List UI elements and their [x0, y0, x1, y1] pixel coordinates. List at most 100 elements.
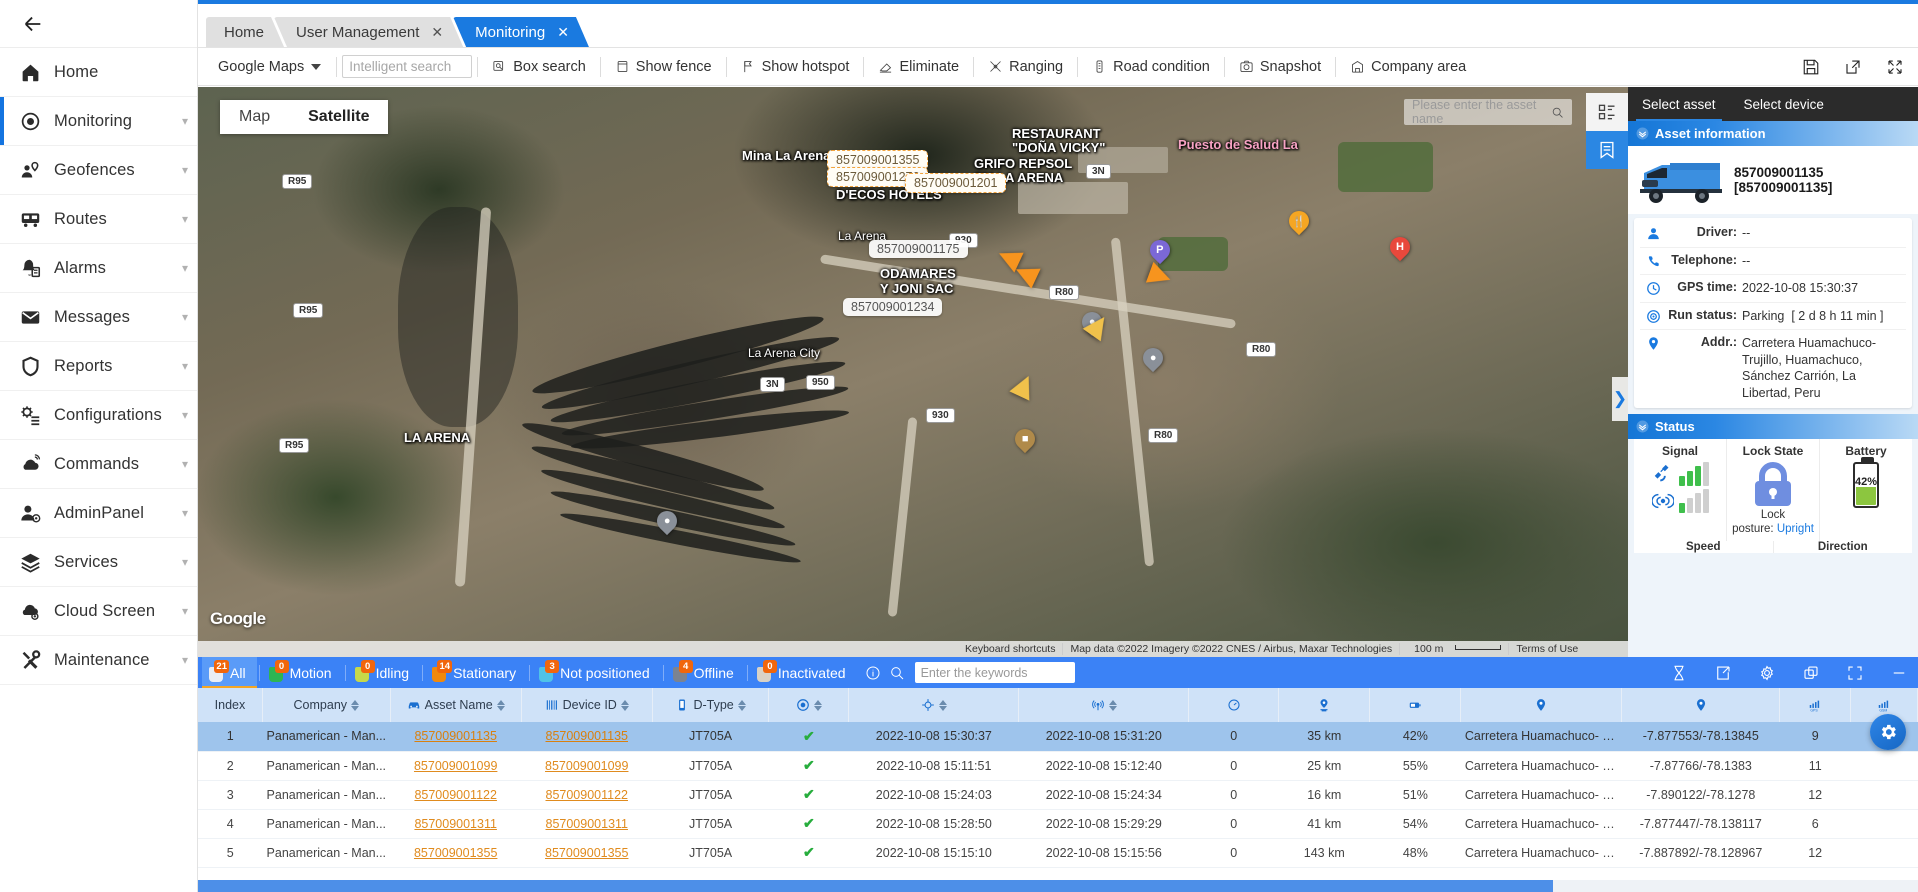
- chevron-down-icon[interactable]: ▾: [173, 555, 197, 569]
- device-id-link[interactable]: 857009001099: [545, 759, 628, 773]
- tab-user-management[interactable]: User Management✕: [274, 17, 463, 47]
- settings-gear-icon[interactable]: [1758, 664, 1776, 682]
- chevron-down-icon[interactable]: ▾: [173, 653, 197, 667]
- table-row[interactable]: 4Panamerican - Man...8570090013118570090…: [198, 809, 1918, 838]
- filter-motion[interactable]: 0Motion: [262, 657, 343, 688]
- vehicle-marker[interactable]: [1009, 371, 1038, 400]
- cell-asset-name[interactable]: 857009001311: [390, 809, 521, 838]
- cell-asset-name[interactable]: 857009001099: [390, 751, 521, 780]
- close-icon[interactable]: ✕: [557, 24, 569, 41]
- chevron-down-icon[interactable]: ▾: [173, 604, 197, 618]
- toolbar-show-fence-button[interactable]: Show fence: [606, 59, 721, 75]
- filter-idling[interactable]: 0Idling: [348, 657, 420, 688]
- panel-tab-select-device[interactable]: Select device: [1730, 87, 1838, 121]
- close-icon[interactable]: ✕: [431, 24, 443, 41]
- sort-icon[interactable]: [939, 700, 947, 711]
- column-header-company[interactable]: Company: [262, 688, 390, 722]
- chevron-down-icon[interactable]: ▾: [173, 506, 197, 520]
- toolbar-company-area-button[interactable]: Company area: [1341, 59, 1475, 75]
- cell-asset-name[interactable]: 857009001122: [390, 780, 521, 809]
- keyword-search-input[interactable]: [915, 662, 1075, 683]
- column-header-asset-name[interactable]: Asset Name: [390, 688, 521, 722]
- chevron-down-icon[interactable]: ▾: [173, 310, 197, 324]
- save-icon[interactable]: [1802, 58, 1820, 76]
- cell-device-id[interactable]: 857009001135: [521, 722, 652, 751]
- sidebar-item-maintenance[interactable]: Maintenance▾: [0, 636, 197, 685]
- hospital-pin[interactable]: H: [1390, 237, 1410, 263]
- cell-device-id[interactable]: 857009001311: [521, 809, 652, 838]
- toolbar-ranging-button[interactable]: Ranging: [979, 59, 1072, 75]
- sidebar-item-configurations[interactable]: Configurations▾: [0, 391, 197, 440]
- place-pin[interactable]: ●: [1143, 348, 1163, 374]
- device-id-link[interactable]: 857009001355: [545, 846, 628, 860]
- cell-asset-name[interactable]: 857009001355: [390, 838, 521, 867]
- sidebar-item-monitoring[interactable]: Monitoring▾: [0, 97, 197, 146]
- sort-icon[interactable]: [351, 700, 359, 711]
- map-asset-label[interactable]: 857009001175: [869, 240, 968, 258]
- sort-icon[interactable]: [621, 700, 629, 711]
- table-row[interactable]: 2Panamerican - Man...8570090010998570090…: [198, 751, 1918, 780]
- sidebar-collapse-button[interactable]: [0, 0, 197, 48]
- column-header-gps-signal[interactable]: [1019, 688, 1189, 722]
- sidebar-item-geofences[interactable]: Geofences▾: [0, 146, 197, 195]
- toolbar-eliminate-button[interactable]: Eliminate: [869, 59, 968, 75]
- export-icon[interactable]: [1714, 664, 1732, 682]
- device-id-link[interactable]: 857009001122: [546, 788, 629, 802]
- map-provider-select[interactable]: Google Maps: [208, 59, 331, 75]
- map-edge-tools[interactable]: [1586, 93, 1628, 169]
- external-link-icon[interactable]: [1844, 58, 1862, 76]
- chevron-down-icon[interactable]: ▾: [173, 359, 197, 373]
- cell-device-id[interactable]: 857009001355: [521, 838, 652, 867]
- panel-collapse-toggle[interactable]: ❯: [1612, 377, 1628, 421]
- asset-name-link[interactable]: 857009001311: [414, 817, 497, 831]
- sort-icon[interactable]: [497, 700, 505, 711]
- filter-all[interactable]: 21All: [202, 657, 257, 688]
- device-id-link[interactable]: 857009001135: [546, 729, 629, 743]
- minimize-icon[interactable]: [1890, 664, 1908, 682]
- info-button[interactable]: [865, 665, 881, 681]
- sidebar-item-cloud-screen[interactable]: Cloud Screen▾: [0, 587, 197, 636]
- filter-inactivated[interactable]: 0Inactivated: [750, 657, 857, 688]
- chevron-down-icon[interactable]: ▾: [173, 408, 197, 422]
- tab-monitoring[interactable]: Monitoring✕: [453, 17, 589, 47]
- sidebar-item-reports[interactable]: Reports▾: [0, 342, 197, 391]
- fullscreen-icon[interactable]: [1886, 58, 1904, 76]
- cell-asset-name[interactable]: 857009001135: [390, 722, 521, 751]
- sidebar-item-home[interactable]: Home: [0, 48, 197, 97]
- keyboard-shortcuts-link[interactable]: Keyboard shortcuts: [958, 643, 1062, 655]
- map-asset-label[interactable]: 857009001234: [843, 298, 942, 316]
- sidebar-item-messages[interactable]: Messages▾: [0, 293, 197, 342]
- hourglass-icon[interactable]: [1670, 664, 1688, 682]
- column-header-device-id[interactable]: Device ID: [521, 688, 652, 722]
- intelligent-search-input[interactable]: [342, 55, 472, 78]
- tab-home[interactable]: Home: [206, 17, 284, 47]
- sort-icon[interactable]: [738, 700, 746, 711]
- cell-device-id[interactable]: 857009001099: [521, 751, 652, 780]
- panel-tab-select-asset[interactable]: Select asset: [1628, 87, 1730, 121]
- chevron-down-icon[interactable]: ▾: [173, 457, 197, 471]
- sort-icon[interactable]: [814, 700, 822, 711]
- copy-layers-icon[interactable]: [1802, 664, 1820, 682]
- place-pin[interactable]: ●: [657, 511, 677, 537]
- asset-table[interactable]: IndexCompanyAsset NameDevice IDD-TypeGPS…: [198, 688, 1918, 868]
- toolbar-snapshot-button[interactable]: Snapshot: [1230, 59, 1330, 75]
- asset-information-header[interactable]: Asset information: [1628, 121, 1918, 146]
- floating-settings-button[interactable]: [1870, 714, 1906, 750]
- map-type-satellite[interactable]: Satellite: [289, 100, 388, 134]
- filter-stationary[interactable]: 14Stationary: [425, 657, 527, 688]
- filter-offline[interactable]: 4Offline: [666, 657, 745, 688]
- map-asset-search[interactable]: Please enter the asset name: [1404, 99, 1572, 125]
- asset-name-link[interactable]: 857009001355: [414, 846, 497, 860]
- asset-name-link[interactable]: 857009001099: [414, 759, 497, 773]
- list-search-button[interactable]: [889, 665, 905, 681]
- device-id-link[interactable]: 857009001311: [546, 817, 629, 831]
- column-header-d-type[interactable]: D-Type: [652, 688, 769, 722]
- asset-name-link[interactable]: 857009001122: [414, 788, 497, 802]
- bookmark-panel-toggle[interactable]: [1586, 131, 1628, 169]
- sort-icon[interactable]: [1109, 700, 1117, 711]
- place-pin[interactable]: ■: [1015, 429, 1035, 455]
- status-header[interactable]: Status: [1628, 414, 1918, 439]
- cell-device-id[interactable]: 857009001122: [521, 780, 652, 809]
- chevron-down-icon[interactable]: ▾: [173, 212, 197, 226]
- fullscreen-brackets-icon[interactable]: [1846, 664, 1864, 682]
